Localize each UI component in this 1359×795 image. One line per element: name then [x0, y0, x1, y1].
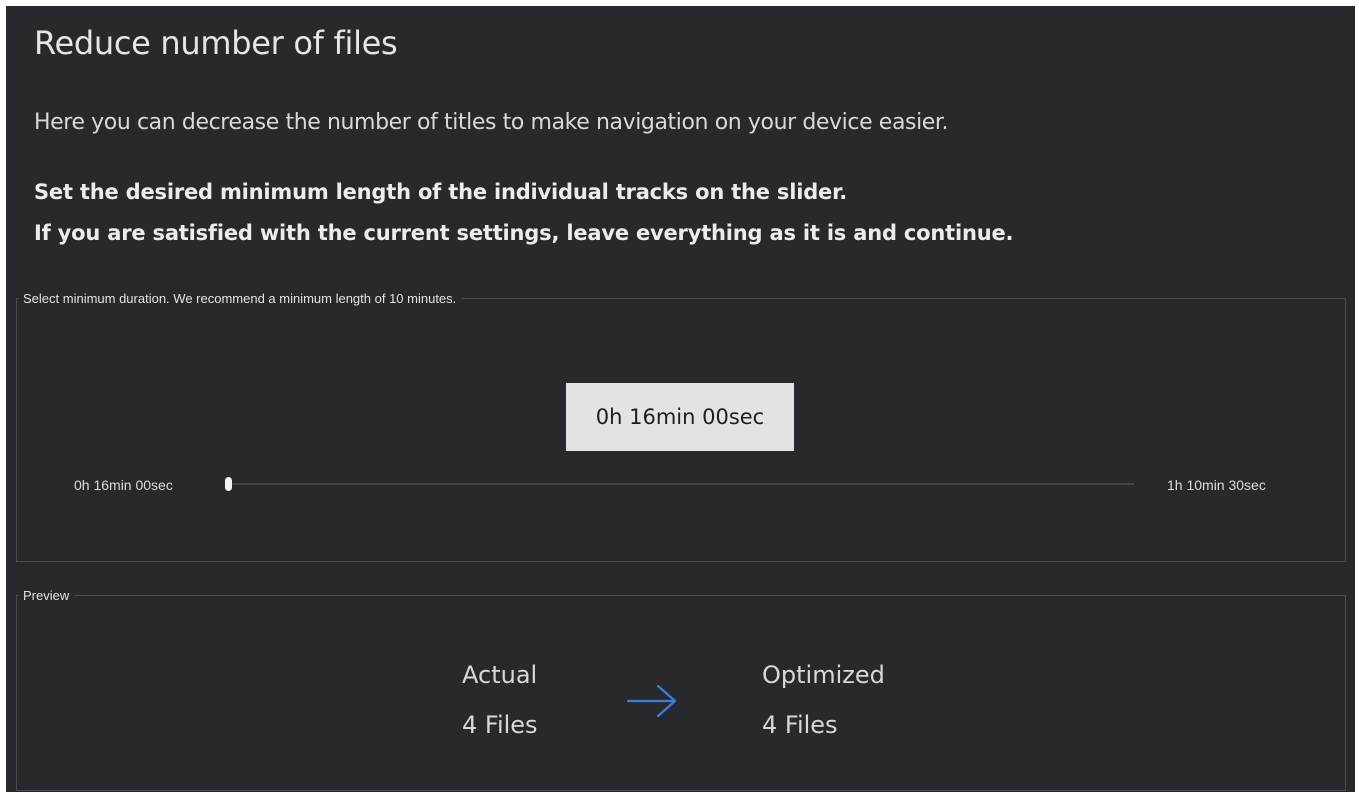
- actual-label: Actual: [462, 661, 538, 689]
- page-title: Reduce number of files: [34, 24, 398, 62]
- optimized-label: Optimized: [762, 661, 885, 689]
- preview-group-legend: Preview: [23, 588, 70, 603]
- optimized-file-count: 4 Files: [762, 711, 838, 739]
- slider-min-label: 0h 16min 00sec: [74, 477, 173, 493]
- arrow-right-icon: [626, 684, 677, 718]
- page-subtitle: Here you can decrease the number of titl…: [34, 110, 949, 135]
- instruction-line-2: If you are satisfied with the current se…: [34, 221, 1014, 245]
- current-duration-display: 0h 16min 00sec: [566, 383, 794, 451]
- duration-slider[interactable]: [225, 477, 1134, 491]
- slider-thumb[interactable]: [225, 477, 232, 491]
- preview-group: Preview: [16, 588, 1346, 791]
- instruction-line-1: Set the desired minimum length of the in…: [34, 180, 848, 204]
- reduce-files-dialog: Reduce number of files Here you can decr…: [6, 6, 1355, 792]
- actual-file-count: 4 Files: [462, 711, 538, 739]
- slider-max-label: 1h 10min 30sec: [1167, 477, 1266, 493]
- duration-group-legend: Select minimum duration. We recommend a …: [23, 291, 457, 306]
